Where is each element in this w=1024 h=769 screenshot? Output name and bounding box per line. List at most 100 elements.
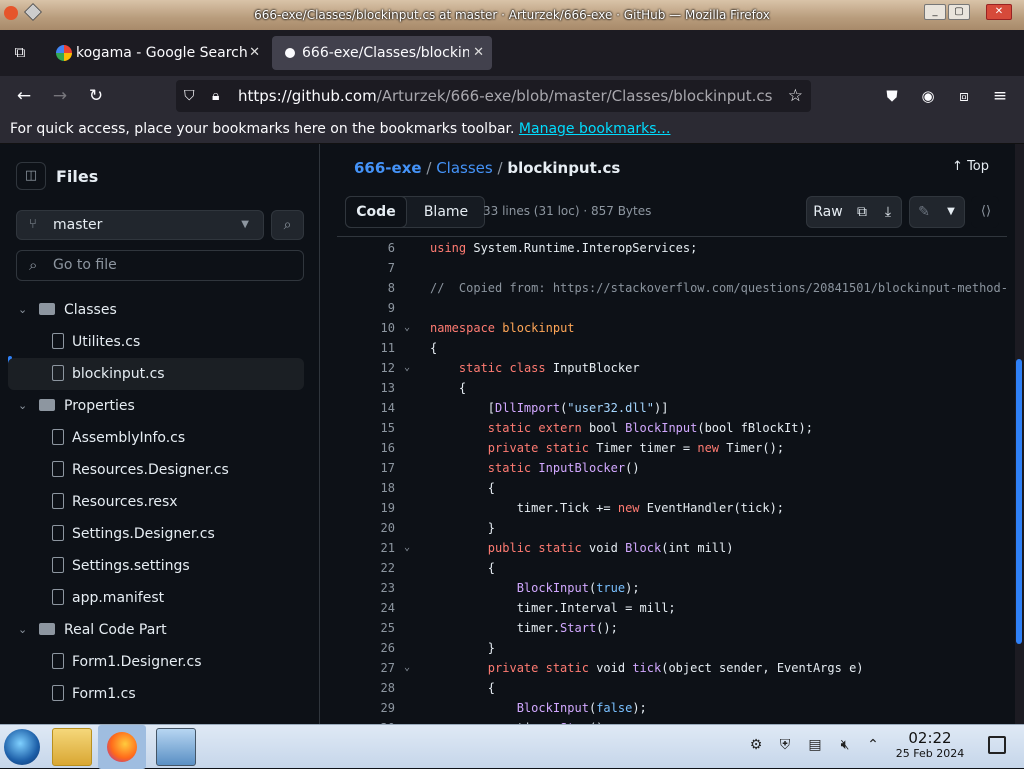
file-icon [52, 429, 64, 445]
line-number[interactable]: 19 [337, 501, 395, 515]
show-desktop-icon[interactable] [988, 736, 1006, 754]
fold-chevron-icon[interactable]: ⌄ [404, 362, 410, 373]
tree-folder-properties[interactable]: ⌄ Properties [8, 390, 304, 422]
line-number[interactable]: 25 [337, 621, 395, 635]
line-number[interactable]: 9 [337, 301, 395, 315]
control-panel-icon[interactable] [156, 728, 196, 766]
line-number[interactable]: 21 [337, 541, 395, 555]
tree-file-utilites[interactable]: Utilites.cs [8, 326, 304, 358]
tracking-shield-icon[interactable]: ⛉ [184, 80, 195, 112]
tree-file-settings-designer[interactable]: Settings.Designer.cs [8, 518, 304, 550]
page-scrollbar[interactable] [1015, 144, 1024, 724]
fold-chevron-icon[interactable]: ⌄ [404, 542, 410, 553]
forward-icon[interactable]: → [48, 84, 72, 108]
line-number[interactable]: 12 [337, 361, 395, 375]
breadcrumb-folder-link[interactable]: Classes [436, 159, 493, 177]
raw-actions: Raw ⧉ ⤓ [806, 196, 902, 228]
network-icon[interactable]: ⚙ [747, 737, 765, 755]
tab-google-search[interactable]: kogama - Google Search ✕ [46, 36, 268, 70]
code-line: private static Timer timer = new Timer()… [487, 441, 785, 455]
clipboard-icon[interactable]: ▤ [806, 737, 824, 755]
tree-label: Properties [64, 398, 135, 414]
breadcrumb-repo-link[interactable]: 666-exe [354, 159, 422, 177]
raw-button[interactable]: Raw [807, 197, 849, 227]
line-number[interactable]: 16 [337, 441, 395, 455]
fold-chevron-icon[interactable]: ⌄ [404, 322, 410, 333]
blame-tab[interactable]: Blame [410, 197, 482, 227]
fold-chevron-icon[interactable]: ⌄ [404, 662, 410, 673]
file-icon [52, 333, 64, 349]
line-number[interactable]: 29 [337, 701, 395, 715]
symbols-panel-button[interactable]: ⟨⟩ [971, 196, 999, 228]
window-titlebar[interactable]: 666-exe/Classes/blockinput.cs at master … [0, 0, 1024, 30]
line-number[interactable]: 24 [337, 601, 395, 615]
search-icon: ⌕ [283, 217, 292, 233]
url-bar[interactable]: ⛉ 🔒︎ https://github.com/Arturzek/666-exe… [176, 80, 811, 112]
code-line: timer.Start(); [430, 621, 618, 635]
account-icon[interactable]: ◉ [916, 84, 940, 108]
code-view[interactable]: 6 using System.Runtime.InteropServices; 7 8… [337, 236, 1008, 724]
code-tab[interactable]: Code [345, 196, 407, 228]
code-line: { [430, 481, 496, 495]
file-explorer-icon[interactable] [52, 728, 92, 766]
close-tab-icon[interactable]: ✕ [469, 36, 484, 70]
scrollbar-thumb[interactable] [1016, 359, 1022, 644]
menu-icon[interactable]: ≡ [988, 84, 1012, 108]
minimize-button[interactable]: _ [924, 4, 946, 20]
line-number[interactable]: 13 [337, 381, 395, 395]
line-number[interactable]: 14 [337, 401, 395, 415]
line-number[interactable]: 26 [337, 641, 395, 655]
line-number[interactable]: 11 [337, 341, 395, 355]
security-icon[interactable]: ⛨ [776, 737, 794, 755]
tree-file-settings-settings[interactable]: Settings.settings [8, 550, 304, 582]
breadcrumb-file: blockinput.cs [507, 159, 621, 177]
line-number[interactable]: 20 [337, 521, 395, 535]
line-number[interactable]: 18 [337, 481, 395, 495]
top-button[interactable]: ↑ Top [952, 159, 989, 174]
tree-folder-classes[interactable]: ⌄ Classes [8, 294, 304, 326]
line-number[interactable]: 17 [337, 461, 395, 475]
pocket-icon[interactable]: ⛊ [880, 84, 904, 108]
back-icon[interactable]: ← [12, 84, 36, 108]
tree-file-resources-resx[interactable]: Resources.resx [8, 486, 304, 518]
tree-file-form1-designer[interactable]: Form1.Designer.cs [8, 646, 304, 678]
go-to-file-input[interactable]: ⌕ Go to file [16, 250, 304, 281]
collapse-sidebar-icon[interactable]: ◫ [16, 162, 46, 190]
caret-down-icon[interactable]: ▼ [938, 197, 964, 227]
tree-file-form1[interactable]: Form1.cs [8, 678, 304, 710]
line-number[interactable]: 8 [337, 281, 395, 295]
tree-file-assemblyinfo[interactable]: AssemblyInfo.cs [8, 422, 304, 454]
line-number[interactable]: 15 [337, 421, 395, 435]
line-number[interactable]: 7 [337, 261, 395, 275]
line-number[interactable]: 22 [337, 561, 395, 575]
download-icon[interactable]: ⤓ [875, 197, 901, 227]
search-button[interactable]: ⌕ [271, 210, 304, 240]
start-button[interactable] [4, 729, 40, 765]
volume-muted-icon[interactable]: 🔇︎ [836, 737, 854, 755]
tree-file-app-manifest[interactable]: app.manifest [8, 582, 304, 614]
line-number[interactable]: 10 [337, 321, 395, 335]
tree-file-resources-designer[interactable]: Resources.Designer.cs [8, 454, 304, 486]
close-tab-icon[interactable]: ✕ [249, 36, 260, 70]
extensions-icon[interactable]: ⧈ [952, 84, 976, 108]
bookmark-star-icon[interactable]: ☆ [788, 80, 803, 112]
line-number[interactable]: 6 [337, 241, 395, 255]
firefox-taskbar-button[interactable] [98, 725, 146, 769]
list-all-tabs-icon[interactable]: ⧉ [8, 40, 32, 64]
pencil-icon[interactable]: ✎ [910, 197, 938, 227]
tree-folder-real-code-part[interactable]: ⌄ Real Code Part [8, 614, 304, 646]
line-number[interactable]: 27 [337, 661, 395, 675]
maximize-button[interactable]: ▢ [948, 4, 970, 20]
manage-bookmarks-link[interactable]: Manage bookmarks… [519, 121, 671, 137]
copy-icon[interactable]: ⧉ [849, 197, 875, 227]
reload-icon[interactable]: ↻ [84, 84, 108, 108]
line-number[interactable]: 28 [337, 681, 395, 695]
tree-file-blockinput[interactable]: blockinput.cs [8, 358, 304, 390]
clock[interactable]: 02:22 25 Feb 2024 [880, 729, 980, 760]
branch-selector[interactable]: ⑂ master ▼ [16, 210, 264, 240]
line-number[interactable]: 23 [337, 581, 395, 595]
close-button[interactable]: ✕ [986, 4, 1012, 20]
lock-icon[interactable]: 🔒︎ [212, 80, 219, 112]
url-text[interactable]: https://github.com/Arturzek/666-exe/blob… [238, 80, 772, 112]
tab-github-file[interactable]: 666-exe/Classes/blockinp ✕ [272, 36, 492, 70]
